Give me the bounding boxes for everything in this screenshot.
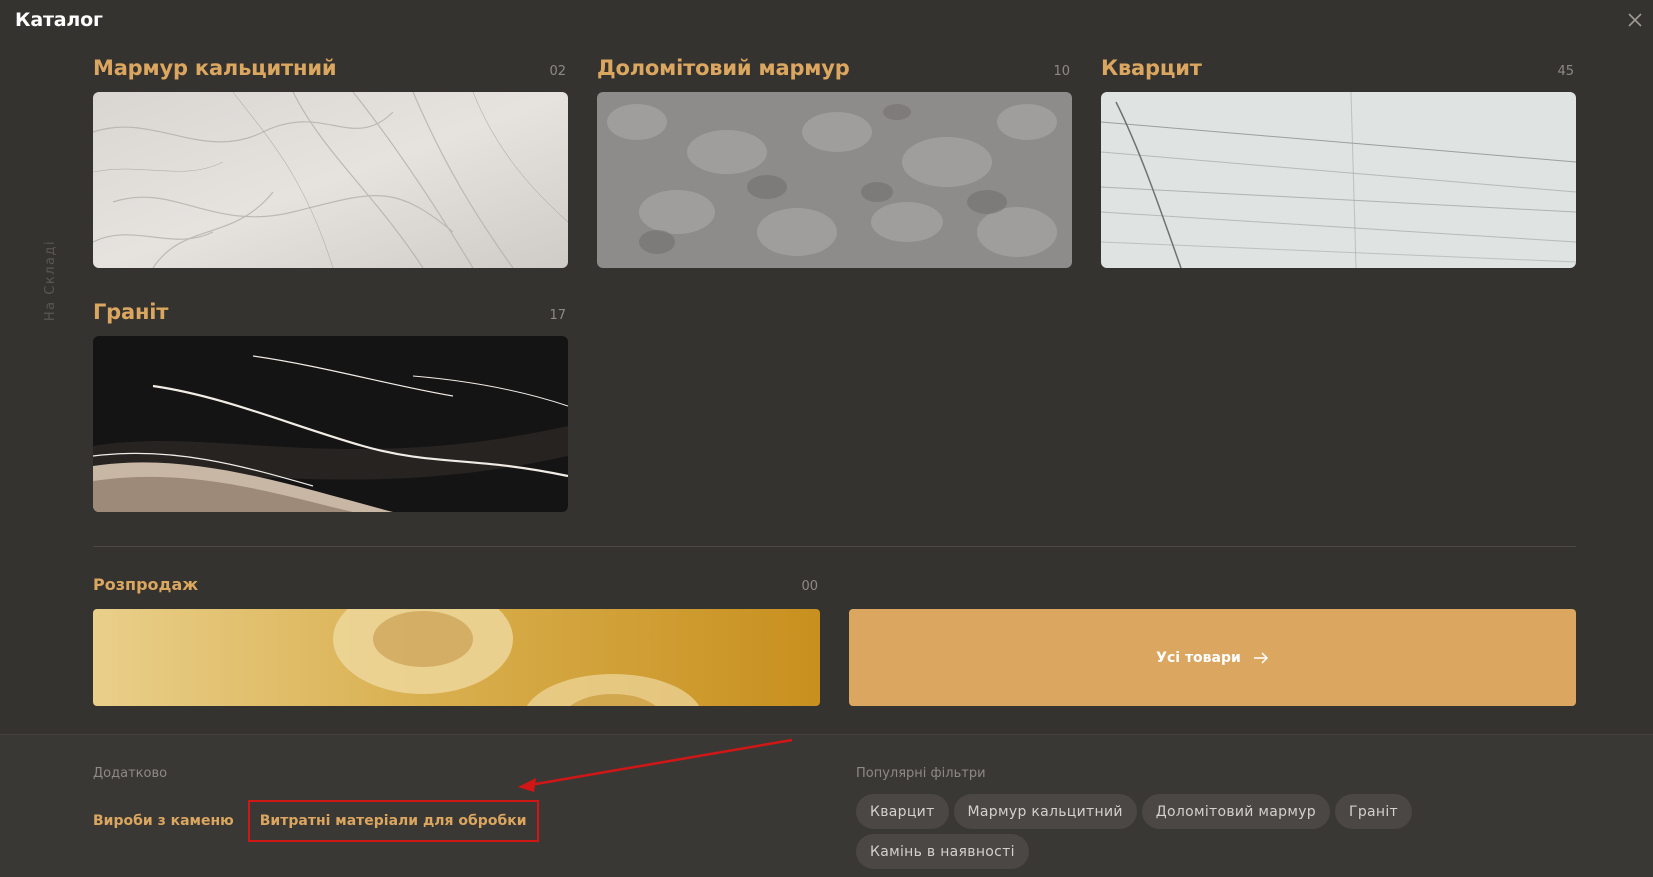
extra-links: Вироби з каменю Витратні матеріали для о… (93, 800, 539, 842)
category-title[interactable]: Кварцит (1101, 56, 1202, 80)
arrow-right-icon (1253, 651, 1268, 664)
filter-chip-in-stock[interactable]: Камінь в наявності (856, 834, 1029, 869)
category-image-quartzite[interactable] (1101, 92, 1576, 268)
extra-link-stone-products[interactable]: Вироби з каменю (93, 813, 234, 829)
page-title: Каталог (15, 9, 103, 31)
extra-link-consumables[interactable]: Витратні матеріали для обробки (247, 800, 539, 842)
sale-card[interactable]: Розпродаж 00 (93, 575, 820, 706)
category-title[interactable]: Граніт (93, 300, 168, 324)
sale-count: 00 (801, 579, 818, 594)
category-title[interactable]: Мармур кальцитний (93, 56, 337, 80)
close-icon (1628, 13, 1642, 27)
close-button[interactable] (1621, 6, 1649, 34)
category-card-quartzite[interactable]: Кварцит 45 (1101, 56, 1576, 268)
filter-chip-calcite-marble[interactable]: Мармур кальцитний (953, 794, 1137, 829)
section-divider (93, 546, 1576, 547)
category-image-dolomite-marble[interactable] (597, 92, 1072, 268)
extra-label: Додатково (93, 766, 168, 781)
category-count: 02 (549, 64, 566, 79)
category-card-calcite-marble[interactable]: Мармур кальцитний 02 (93, 56, 568, 268)
side-label-in-stock[interactable]: На Складі (34, 230, 68, 330)
all-products-button[interactable]: Усі товари (849, 609, 1576, 706)
category-image-granite[interactable] (93, 336, 568, 512)
filter-chip-quartzite[interactable]: Кварцит (856, 794, 949, 829)
popular-filters-label: Популярні фільтри (856, 766, 986, 781)
category-count: 45 (1557, 64, 1574, 79)
all-products-label: Усі товари (1156, 649, 1241, 666)
filter-chip-dolomite-marble[interactable]: Доломітовий мармур (1141, 794, 1330, 829)
category-title[interactable]: Доломітовий мармур (597, 56, 850, 80)
category-count: 10 (1053, 64, 1070, 79)
sale-image[interactable] (93, 609, 820, 706)
filter-chip-granite[interactable]: Граніт (1335, 794, 1413, 829)
category-card-granite[interactable]: Граніт 17 (93, 300, 568, 512)
category-count: 17 (549, 308, 566, 323)
category-image-calcite-marble[interactable] (93, 92, 568, 268)
popular-filters: Кварцит Мармур кальцитний Доломітовий ма… (856, 794, 1446, 869)
sale-title[interactable]: Розпродаж (93, 575, 198, 594)
category-card-dolomite-marble[interactable]: Доломітовий мармур 10 (597, 56, 1072, 268)
